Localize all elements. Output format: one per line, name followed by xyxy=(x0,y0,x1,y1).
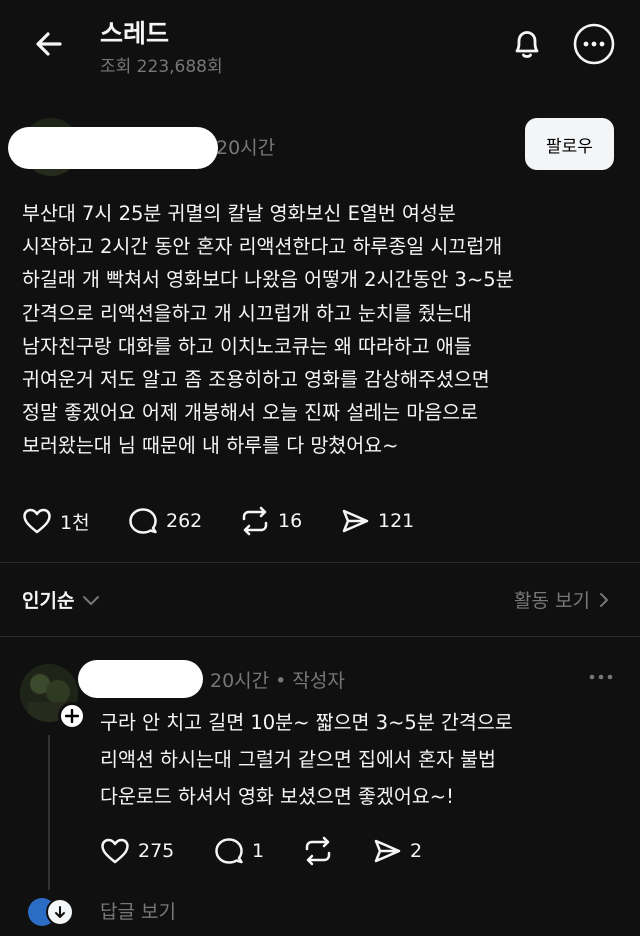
chevron-down-icon xyxy=(83,595,100,605)
post-share-button[interactable]: 121 xyxy=(340,506,414,536)
arrow-down-icon xyxy=(55,906,65,918)
top-bar: 스레드 조회 223,688회 xyxy=(0,0,640,90)
thread-line xyxy=(48,735,50,890)
more-dots-icon xyxy=(589,674,613,680)
view-activity-link[interactable]: 활동 보기 xyxy=(514,586,612,613)
post-repost-button[interactable]: 16 xyxy=(240,506,302,536)
reply-meta: 20시간 • 작성자 xyxy=(210,670,345,692)
back-button[interactable] xyxy=(30,24,70,64)
reply-more-button[interactable] xyxy=(584,662,618,692)
bell-icon xyxy=(515,31,539,58)
more-options-button[interactable] xyxy=(572,22,616,66)
view-replies-link[interactable]: 답글 보기 xyxy=(100,897,176,924)
post-comment-button[interactable]: 262 xyxy=(128,506,202,536)
divider xyxy=(0,636,640,637)
activity-label: 활동 보기 xyxy=(514,590,590,612)
comment-bubble-icon xyxy=(215,838,243,864)
reply-repost-button[interactable] xyxy=(303,836,333,866)
post-like-count: 1천 xyxy=(60,511,90,534)
repost-icon xyxy=(242,506,268,536)
send-icon xyxy=(342,509,369,533)
post-timestamp: 20시간 xyxy=(216,137,276,159)
reply-like-button[interactable]: 275 xyxy=(100,836,174,866)
post-repost-count: 16 xyxy=(278,510,303,532)
redacted-username xyxy=(8,127,218,169)
post-comment-count: 262 xyxy=(166,510,203,532)
reply-comment-button[interactable]: 1 xyxy=(214,836,264,866)
reply-share-count: 2 xyxy=(410,840,423,862)
reply-share-button[interactable]: 2 xyxy=(372,836,422,866)
repost-icon xyxy=(305,836,331,866)
divider xyxy=(0,562,640,563)
reply-avatar-small xyxy=(46,898,74,926)
notification-button[interactable] xyxy=(505,22,549,66)
reply-text: 구라 안 치고 길면 10분~ 짧으면 3~5분 간격으로 리액션 하시는대 그… xyxy=(100,711,513,808)
reply-like-count: 275 xyxy=(138,840,175,862)
post-share-count: 121 xyxy=(378,510,415,532)
follow-button[interactable]: 팔로우 xyxy=(525,118,614,170)
follow-plus-badge[interactable] xyxy=(58,702,86,730)
post-like-button[interactable]: 1천 xyxy=(22,506,90,536)
sort-dropdown[interactable]: 인기순 xyxy=(22,586,102,613)
reply-comment-count: 1 xyxy=(252,840,265,862)
view-count: 조회 223,688회 xyxy=(100,57,223,77)
heart-icon xyxy=(101,838,129,864)
chevron-right-icon xyxy=(600,592,608,607)
more-circle-icon xyxy=(573,23,615,65)
plus-icon xyxy=(65,709,79,723)
redacted-username xyxy=(78,660,203,698)
page-title: 스레드 xyxy=(100,19,170,48)
comment-bubble-icon xyxy=(129,508,157,534)
post-text: 부산대 7시 25분 귀멸의 칼날 영화보신 E열번 여성분 시작하고 2시간 … xyxy=(22,202,514,458)
sort-label: 인기순 xyxy=(22,590,75,612)
send-icon xyxy=(374,839,401,863)
arrow-left-icon xyxy=(36,32,62,56)
heart-icon xyxy=(23,508,51,534)
